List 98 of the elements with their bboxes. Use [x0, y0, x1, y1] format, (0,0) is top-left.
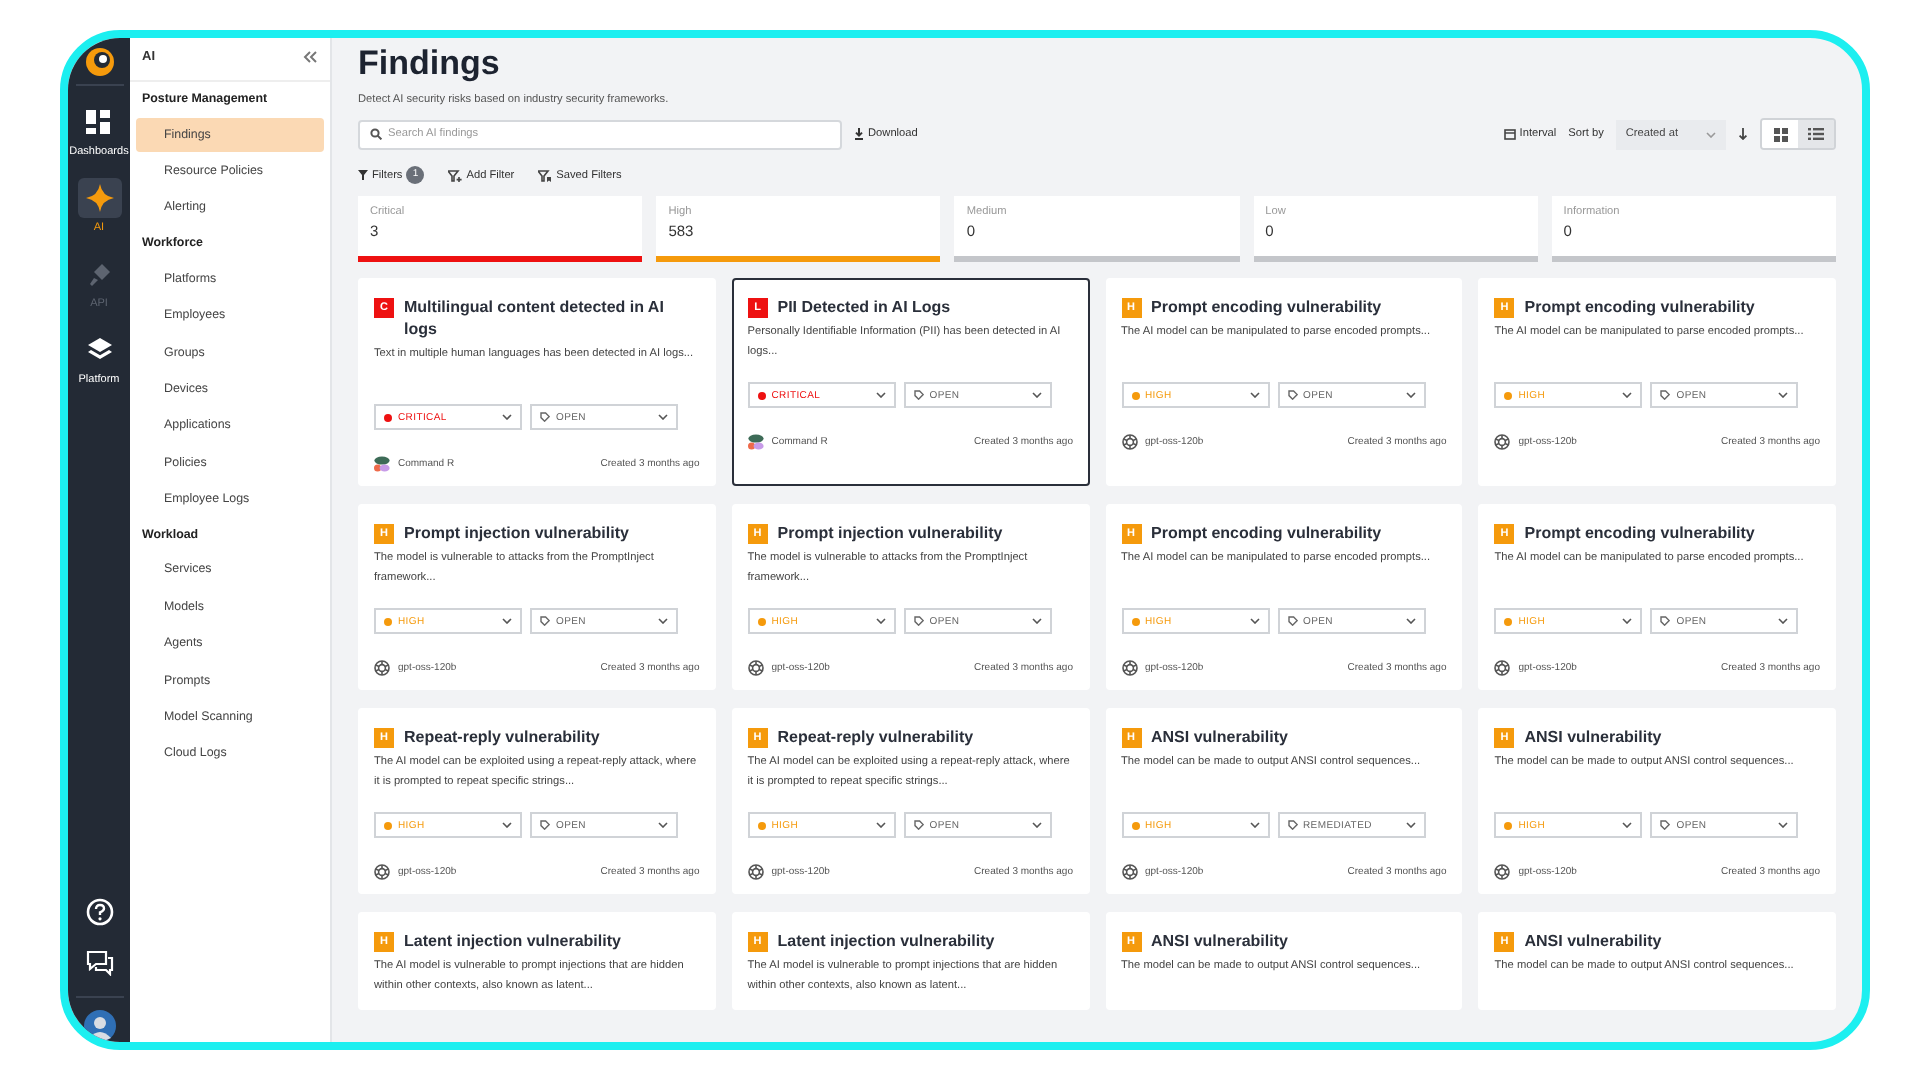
finding-title: Prompt encoding vulnerability: [1524, 522, 1755, 544]
finding-title: Prompt encoding vulnerability: [1151, 522, 1382, 544]
finding-title: Repeat-reply vulnerability: [777, 726, 974, 748]
tag-icon: [1287, 616, 1297, 626]
download-icon: [854, 128, 864, 140]
finding-title: Prompt encoding vulnerability: [1151, 296, 1382, 318]
chevron-down-icon: [1249, 618, 1259, 624]
chevron-down-icon: [1778, 822, 1789, 828]
filter-icon: [358, 170, 368, 180]
finding-title: Latent injection vulnerability: [777, 930, 995, 952]
finding-title: Repeat-reply vulnerability: [404, 726, 600, 748]
chevron-down-icon: [1249, 822, 1259, 828]
search-icon: [370, 128, 382, 140]
finding-title: Prompt injection vulnerability: [777, 522, 1003, 544]
tag-icon: [913, 616, 924, 626]
knot-logo-icon: [747, 660, 764, 676]
knot-logo-icon: [1121, 660, 1137, 676]
chevron-down-icon: [1031, 392, 1042, 398]
tag-icon: [1287, 390, 1297, 400]
knot-logo-icon: [1494, 864, 1511, 880]
knot-logo-icon: [1494, 660, 1511, 676]
tag-icon: [1660, 390, 1671, 400]
view-toggle-button[interactable]: [1762, 120, 1798, 148]
chevron-down-icon: [1405, 392, 1415, 398]
finding-title: Multilingual content detected in AI logs: [404, 296, 666, 340]
help-icon[interactable]: [85, 898, 113, 926]
severity-dot-icon: [1504, 391, 1513, 399]
page-title: Findings: [358, 44, 502, 84]
sort-direction-arrow-icon[interactable]: [1738, 128, 1748, 140]
tag-icon: [540, 412, 550, 422]
severity-dot-icon: [1504, 821, 1513, 829]
chevron-down-icon: [1405, 618, 1415, 624]
add-filter-icon: [448, 169, 463, 181]
saved-filter-icon: [538, 169, 553, 181]
tag-icon: [1660, 820, 1671, 830]
finding-title: ANSI vulnerability: [1524, 726, 1662, 748]
finding-title: ANSI vulnerability: [1151, 726, 1288, 748]
tag-icon: [913, 820, 924, 830]
plug-icon: [87, 262, 111, 286]
chevron-down-icon: [1405, 822, 1415, 828]
calendar-icon: [1503, 128, 1516, 140]
finding-title: Prompt injection vulnerability: [404, 522, 629, 544]
severity-dot-icon: [757, 391, 766, 399]
blob-logo-icon: [747, 434, 764, 450]
finding-title: Latent injection vulnerability: [404, 930, 621, 952]
tag-icon: [913, 390, 924, 400]
tag-icon: [1287, 820, 1297, 830]
severity-dot-icon: [757, 821, 766, 829]
chevron-down-icon: [1622, 392, 1633, 398]
layers-icon: [87, 338, 111, 362]
chat-icon[interactable]: [85, 950, 113, 976]
chevron-down-icon: [1622, 822, 1633, 828]
finding-title: PII Detected in AI Logs: [777, 296, 951, 318]
chevron-down-icon: [1031, 618, 1042, 624]
dashboard-icon: [86, 110, 111, 134]
grid-view-icon: [1773, 127, 1787, 141]
blob-logo-icon: [374, 456, 390, 472]
view-toggle-button[interactable]: [1798, 120, 1834, 148]
chevron-down-icon: [658, 414, 668, 420]
swirl-logo-icon: [83, 46, 115, 78]
tag-icon: [540, 820, 550, 830]
severity-dot-icon: [384, 617, 392, 625]
knot-logo-icon: [747, 864, 764, 880]
chevron-down-icon: [1706, 131, 1716, 137]
knot-logo-icon: [1121, 434, 1137, 450]
chevron-down-icon: [1249, 392, 1259, 398]
severity-dot-icon: [757, 617, 766, 625]
knot-logo-icon: [374, 864, 390, 880]
finding-title: Prompt encoding vulnerability: [1524, 296, 1755, 318]
chevron-down-icon: [658, 822, 668, 828]
chevron-down-icon: [875, 392, 886, 398]
collapse-chevrons-icon[interactable]: [302, 50, 318, 64]
finding-title: ANSI vulnerability: [1524, 930, 1662, 952]
chevron-down-icon: [502, 618, 512, 624]
avatar-icon[interactable]: [83, 1010, 115, 1042]
chevron-down-icon: [658, 618, 668, 624]
chevron-down-icon: [502, 414, 512, 420]
severity-dot-icon: [1131, 391, 1139, 399]
chevron-down-icon: [875, 822, 886, 828]
knot-logo-icon: [1121, 864, 1137, 880]
severity-dot-icon: [384, 413, 392, 421]
tag-icon: [540, 616, 550, 626]
chevron-down-icon: [1031, 822, 1042, 828]
severity-dot-icon: [1504, 617, 1513, 625]
knot-logo-icon: [1494, 434, 1511, 450]
severity-dot-icon: [384, 821, 392, 829]
severity-dot-icon: [1131, 617, 1139, 625]
chevron-down-icon: [1778, 392, 1789, 398]
severity-dot-icon: [1131, 821, 1139, 829]
finding-title: ANSI vulnerability: [1151, 930, 1288, 952]
tag-icon: [1660, 616, 1671, 626]
chevron-down-icon: [502, 822, 512, 828]
chevron-down-icon: [875, 618, 886, 624]
list-view-icon: [1808, 128, 1824, 140]
knot-logo-icon: [374, 660, 390, 676]
sparkle-icon: [85, 184, 113, 212]
chevron-down-icon: [1622, 618, 1633, 624]
chevron-down-icon: [1778, 618, 1789, 624]
